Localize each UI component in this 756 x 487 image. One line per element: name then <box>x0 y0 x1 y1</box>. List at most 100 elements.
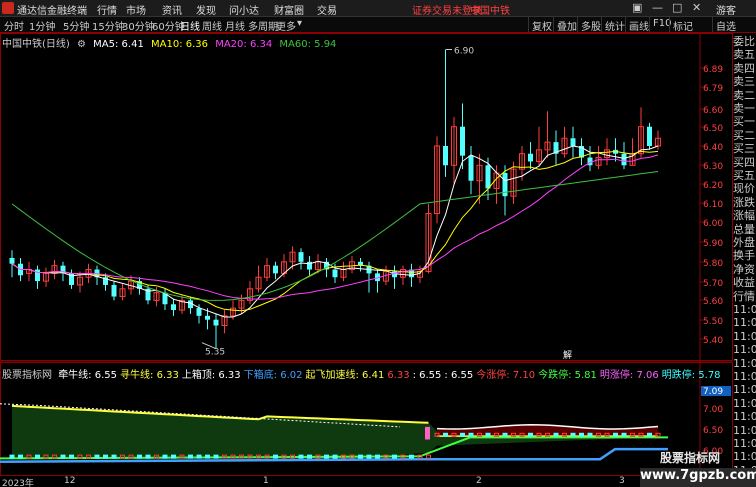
date-label-year: 2023年 <box>2 479 34 487</box>
sub-tick-label: 7.00 <box>703 405 723 415</box>
price-tick-label: 6.79 <box>703 84 723 94</box>
date-label-3: 3 <box>619 476 625 486</box>
quote-label: 卖五 <box>733 48 755 62</box>
indicator-value-3: 下箱底: 6.02 <box>243 370 303 381</box>
quote-label: 11:0 <box>733 423 756 437</box>
sub-candle <box>468 432 474 437</box>
quote-label: 11:0 <box>733 450 756 464</box>
candle-body-down <box>621 153 627 166</box>
price-tick-label: 6.20 <box>703 181 723 191</box>
quote-label: 净资 <box>733 262 755 276</box>
sub-candle <box>579 432 584 437</box>
quote-label: 外盘 <box>733 236 755 249</box>
sub-candle <box>528 432 533 437</box>
price-tick-label: 5.90 <box>703 239 723 249</box>
sub-candle <box>485 432 491 437</box>
sub-candle <box>570 432 576 437</box>
candle-body-down <box>298 252 304 262</box>
indicator-value-10: 明涨停: 7.06 <box>599 370 659 381</box>
sub-candle <box>553 432 559 437</box>
candle-body-down <box>205 315 210 320</box>
candle-body-down <box>485 165 491 189</box>
quote-label: 现价 <box>733 182 755 196</box>
sub-candle <box>409 454 414 459</box>
quote-label: 11:0 <box>733 370 756 383</box>
quote-label: 买三 <box>733 142 755 156</box>
sub-candle <box>502 432 508 437</box>
quote-label: 11:0 <box>733 437 756 450</box>
candle-body-down <box>647 126 652 146</box>
breakout-bar <box>425 426 430 440</box>
settings-icon[interactable]: ⚙ <box>77 39 86 50</box>
candle-body-down <box>468 155 474 181</box>
quote-label: 11:0 <box>733 383 756 397</box>
date-label-1: 1 <box>263 476 269 486</box>
quote-label: 行情 <box>733 289 755 303</box>
kline-chart[interactable]: 6.89 6.79 6.60 6.50 6.40 6.30 6.20 6.10 6.00 5.90… <box>0 0 756 487</box>
sub-candle <box>60 454 66 459</box>
sub-candle <box>69 454 74 459</box>
price-tick-label: 5.60 <box>703 297 723 307</box>
quote-label: 收益 <box>733 276 755 290</box>
sub-candle <box>587 432 593 437</box>
sub-tick-label: 6.50 <box>703 426 723 436</box>
indicator-value-4: 起飞加速线: 6.41 <box>305 370 385 381</box>
quote-label: 总量 <box>733 222 755 236</box>
sub-candle <box>298 454 304 459</box>
quote-label: 11:0 <box>733 329 756 343</box>
candle-body-down <box>196 308 202 316</box>
quote-label: 委比 <box>733 35 755 48</box>
ma10-line <box>11 150 659 312</box>
sub-candle <box>443 432 448 437</box>
quote-label: 卖三 <box>733 75 755 89</box>
candle-body-down <box>171 304 176 311</box>
indicator-info-line: 股票指标网 牵牛线: 6.55 寻牛线: 6.33 上箱顶: 6.33 下箱底: 6.… <box>2 366 724 381</box>
quote-label: 换手 <box>733 249 755 263</box>
quote-label: 11:0 <box>733 396 756 410</box>
candle-body-down <box>528 153 533 162</box>
indicator-value-5: 6.33 <box>387 370 410 381</box>
date-label-12: 12 <box>64 476 76 486</box>
date-axis: 2023年 12 1 2 3 <box>0 476 733 487</box>
sub-candle <box>375 454 380 459</box>
quote-label: 卖二 <box>733 88 755 102</box>
sub-candle <box>196 454 202 459</box>
price-info-line: 中国中铁(日线) ⚙ MA5: 6.41 MA10: 6.36 MA20: 6.… <box>2 35 340 50</box>
main-panel-frame <box>0 33 733 361</box>
quote-label: 买一 <box>733 115 755 129</box>
watermark-title: 股票指标网 <box>660 451 721 465</box>
sub-candle <box>145 454 151 459</box>
chart-title: 中国中铁(日线) <box>2 39 70 50</box>
quote-label: 11:0 <box>733 356 756 370</box>
quote-label: 涨跌 <box>733 195 755 209</box>
quote-label: 买二 <box>733 128 755 142</box>
indicator-value-1: 寻牛线: 6.33 <box>120 370 179 381</box>
candle-body-down <box>443 146 448 166</box>
sub-candle <box>460 432 465 437</box>
price-tick-label: 6.00 <box>703 219 723 229</box>
indicator-value-11: 明跌停: 5.78 <box>661 370 721 381</box>
indicator-value-8: 今涨停: 7.10 <box>476 370 536 381</box>
indicator-name[interactable]: 股票指标网 <box>2 370 52 381</box>
quote-label: 11:0 <box>733 303 756 316</box>
sub-candle <box>213 454 219 459</box>
indicator-value-7: : 6.55 <box>444 370 474 381</box>
quote-label: 11:0 <box>733 410 756 424</box>
indicator-value-0: 牵牛线: 6.55 <box>58 370 118 381</box>
high-label: 6.90 <box>454 47 474 57</box>
sub-candle <box>103 454 108 459</box>
date-label-2: 2 <box>476 476 482 486</box>
sub-candle <box>273 454 278 459</box>
ma20-label: MA20: 6.34 <box>215 39 273 50</box>
sub-candle <box>94 454 100 459</box>
candle-body-down <box>9 257 15 264</box>
sub-candle <box>613 432 618 437</box>
indicator-value-2: 上箱顶: 6.33 <box>181 370 241 381</box>
price-tick-label: 6.30 <box>703 162 723 172</box>
sub-candle <box>332 454 338 459</box>
candle-body-down <box>111 284 117 297</box>
quote-label: 买五 <box>733 169 755 182</box>
ma60-label: MA60: 5.94 <box>279 39 337 50</box>
candle-body-down <box>213 319 219 326</box>
price-tick-label: 5.80 <box>703 259 723 269</box>
